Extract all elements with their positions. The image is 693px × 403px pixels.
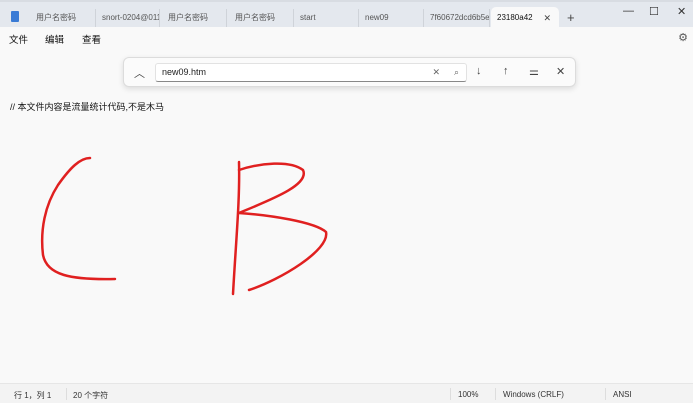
- collapse-chevron-icon[interactable]: ︿: [134, 65, 145, 81]
- line-ending[interactable]: Windows (CRLF): [503, 390, 564, 399]
- find-input-value: new09.htm: [162, 67, 207, 77]
- close-find-icon[interactable]: ✕: [556, 65, 565, 78]
- status-bar: 行 1，列 1 20 个字符 100% Windows (CRLF) ANSI: [0, 383, 693, 403]
- ink-stroke-b-vertical: [231, 160, 241, 296]
- ink-stroke-c: [40, 156, 117, 281]
- clear-icon[interactable]: ✕: [432, 64, 440, 81]
- ink-stroke-b-loops: [237, 162, 328, 292]
- find-next-icon[interactable]: ↓: [476, 65, 482, 77]
- zoom-level[interactable]: 100%: [458, 390, 478, 399]
- char-count: 20 个字符: [73, 391, 109, 400]
- search-icon[interactable]: ⌕: [454, 64, 459, 81]
- find-input[interactable]: new09.htm ✕ ⌕: [155, 63, 467, 82]
- find-bar: ︿ new09.htm ✕ ⌕ ↓ ↑ ⚌ ✕: [123, 57, 576, 87]
- find-options-icon[interactable]: ⚌: [529, 65, 539, 78]
- find-previous-icon[interactable]: ↑: [503, 65, 509, 77]
- cursor-position: 行 1，列 1: [14, 391, 52, 400]
- encoding[interactable]: ANSI: [613, 390, 632, 399]
